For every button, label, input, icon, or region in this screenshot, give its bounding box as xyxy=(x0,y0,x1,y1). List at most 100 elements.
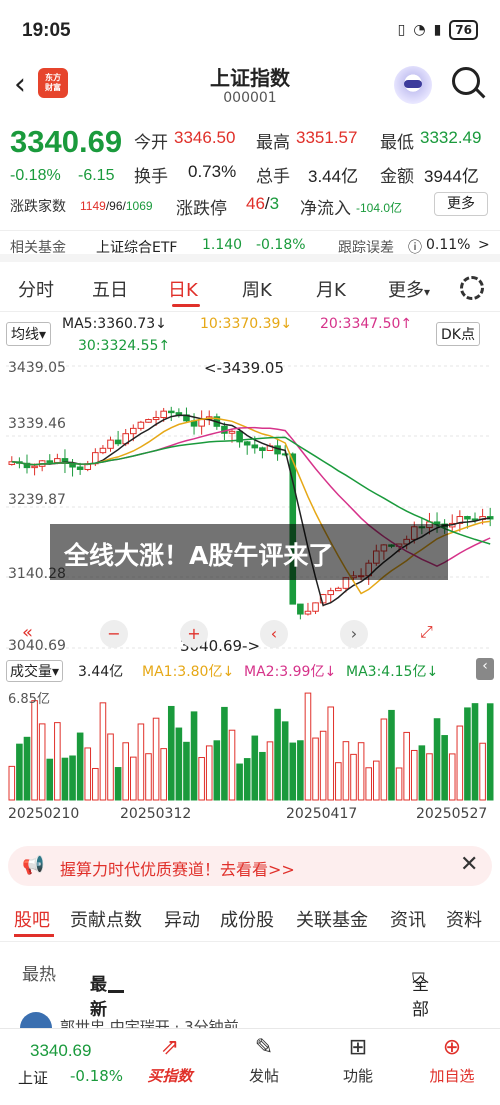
tab-contribution[interactable]: 贡献点数 xyxy=(70,906,142,932)
axis-label: 3239.87 xyxy=(8,492,66,508)
zoom-out-icon[interactable]: − xyxy=(100,620,128,648)
axis-label: 3439.05 xyxy=(8,360,66,376)
volume-bar xyxy=(8,765,16,801)
volume-bar xyxy=(205,745,213,801)
volume-bar xyxy=(274,708,281,801)
volume-bar xyxy=(16,743,23,801)
candle-body xyxy=(274,445,281,455)
axis-label: 3339.46 xyxy=(8,416,66,432)
volume-bar xyxy=(335,762,342,801)
tab-guba[interactable]: 股吧 xyxy=(14,906,50,932)
post-button[interactable]: 发帖 xyxy=(234,1065,294,1086)
volume-bar xyxy=(342,741,350,801)
volume-bar xyxy=(228,729,236,801)
volume-bar xyxy=(243,758,251,801)
tab-anomaly[interactable]: 异动 xyxy=(164,906,200,932)
volume-bar xyxy=(92,767,99,801)
add-circle-icon[interactable]: ⊕ xyxy=(422,1035,482,1060)
tab-related-funds[interactable]: 关联基金 xyxy=(296,906,368,932)
candle-body xyxy=(114,439,122,445)
volume-bar xyxy=(365,767,372,801)
volume-bar xyxy=(167,705,175,801)
candle-body xyxy=(152,416,160,421)
chevron-right-icon[interactable]: › xyxy=(340,620,368,648)
trade-index-icon[interactable]: ⇗ xyxy=(140,1035,200,1060)
volume-bar xyxy=(145,753,152,801)
volume-bar xyxy=(31,700,38,801)
candle-body xyxy=(145,419,152,423)
candle-body xyxy=(304,610,312,615)
zoom-in-icon[interactable]: + xyxy=(180,620,208,648)
candle-body xyxy=(46,460,54,463)
volume-bar xyxy=(312,737,319,801)
candle-body xyxy=(54,458,61,463)
volume-bar xyxy=(266,741,274,801)
expand-icon[interactable]: ⤢ xyxy=(420,622,433,642)
volume-bar xyxy=(410,749,418,801)
volume-bar xyxy=(198,757,205,801)
date-label: 20250527 xyxy=(416,806,488,822)
volume-bar xyxy=(175,727,183,801)
collapse-icon[interactable]: ‹ xyxy=(476,658,494,680)
volume-bar xyxy=(433,718,441,801)
volume-bar xyxy=(46,758,54,801)
volume-bar xyxy=(403,731,410,801)
tab-constituents[interactable]: 成份股 xyxy=(220,906,274,932)
headline-banner: 全线大涨！A股午评来了 xyxy=(50,524,448,580)
volume-header: 成交量▾ 3.44亿 MA1:3.80亿↓ MA2:3.99亿↓ MA3:4.1… xyxy=(0,658,500,682)
date-label: 20250417 xyxy=(286,806,358,822)
close-icon[interactable]: ✕ xyxy=(460,852,478,877)
chart-grid xyxy=(6,365,492,649)
volume-bar xyxy=(441,735,448,801)
chevron-left-icon[interactable]: ‹ xyxy=(260,620,288,648)
volume-bar xyxy=(84,747,92,801)
candle-body xyxy=(198,419,205,427)
candle-body xyxy=(137,421,145,429)
kline-chart[interactable] xyxy=(0,0,500,846)
volume-bar xyxy=(350,753,357,801)
volume-bar xyxy=(61,757,69,801)
candle-body xyxy=(243,441,251,446)
candle-body xyxy=(228,430,236,434)
functions-button[interactable]: 功能 xyxy=(328,1065,388,1086)
bottom-name: 上证 xyxy=(18,1069,49,1087)
compose-icon[interactable]: ✎ xyxy=(234,1035,294,1060)
volume-bar xyxy=(213,740,221,801)
grid-icon[interactable]: ⊞ xyxy=(328,1035,388,1060)
volume-bar xyxy=(304,692,312,801)
sort-hot[interactable]: 最热 xyxy=(22,960,56,985)
promo-banner[interactable]: 📢 握算力时代优质赛道！去看看>> ✕ xyxy=(8,846,492,886)
candle-body xyxy=(130,427,137,435)
volume-bar xyxy=(190,711,198,801)
candle-body xyxy=(31,465,38,469)
volume-selector[interactable]: 成交量▾ xyxy=(6,660,64,682)
volume-bar xyxy=(319,730,327,801)
date-axis: 20250210 20250312 20250417 20250527 xyxy=(0,806,500,826)
volume-bar xyxy=(289,742,297,801)
buy-index-button[interactable]: 买指数 xyxy=(140,1065,200,1086)
volume-bar xyxy=(69,755,76,801)
volume-bar xyxy=(464,707,471,801)
bottom-price: 3340.69 xyxy=(30,1041,92,1060)
vol-ma3-label: MA3:4.15亿↓ xyxy=(346,664,439,680)
rewind-icon[interactable]: « xyxy=(22,622,33,643)
volume-bars xyxy=(8,692,494,801)
tab-profile[interactable]: 资料 xyxy=(446,906,482,932)
add-watchlist-button[interactable]: 加自选 xyxy=(422,1065,482,1086)
volume-bar xyxy=(114,767,122,801)
volume-bar xyxy=(236,763,243,801)
candle-body xyxy=(335,587,342,592)
volume-bar xyxy=(99,702,107,801)
candle-body xyxy=(281,453,289,456)
volume-bar xyxy=(221,706,228,801)
volume-bar xyxy=(107,733,114,801)
volume-bar xyxy=(456,725,464,801)
date-label: 20250210 xyxy=(8,806,80,822)
active-tab-underline xyxy=(14,934,54,937)
volume-bar xyxy=(251,735,259,801)
volume-bar xyxy=(23,736,31,801)
volume-bar xyxy=(54,722,61,801)
candle-body xyxy=(464,516,471,520)
tab-news[interactable]: 资讯 xyxy=(390,906,426,932)
bottom-change: -0.18% xyxy=(70,1067,124,1085)
